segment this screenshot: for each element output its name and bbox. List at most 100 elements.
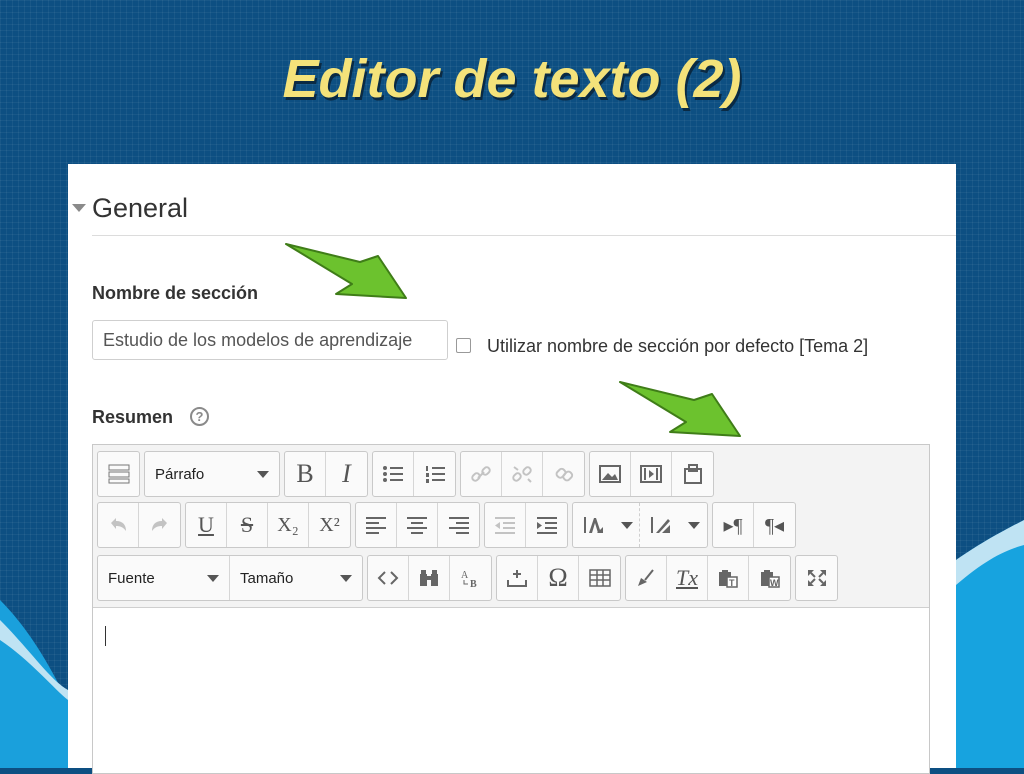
- toolbar-group-toggle: [97, 451, 140, 497]
- insert-table-button[interactable]: [579, 556, 620, 600]
- anchor-button[interactable]: [543, 452, 584, 496]
- svg-text:B: B: [470, 579, 477, 588]
- collapse-caret-icon: [72, 204, 86, 212]
- default-name-label: Utilizar nombre de sección por defecto […: [487, 336, 869, 356]
- toolbar-group-style: B I: [284, 451, 368, 497]
- toolbar-group-view: [795, 555, 838, 601]
- help-icon[interactable]: ?: [190, 407, 209, 426]
- font-size-value: Tamaño: [240, 569, 294, 587]
- paragraph-format-value: Párrafo: [155, 465, 205, 483]
- section-name-input[interactable]: [92, 320, 448, 360]
- text-color-dropdown[interactable]: [614, 503, 640, 547]
- brush-icon: [638, 569, 654, 586]
- unlink-icon: [512, 466, 532, 483]
- indent-icon: [536, 517, 557, 534]
- outdent-icon: [495, 517, 515, 534]
- undo-icon: [111, 518, 126, 531]
- legend-divider: [92, 235, 956, 236]
- svg-text:A: A: [461, 570, 469, 581]
- font-family-value: Fuente: [108, 569, 155, 587]
- align-center-icon: [407, 517, 427, 534]
- toolbar-group-cleanup: Tx T W: [625, 555, 791, 601]
- ltr-button[interactable]: ▸¶: [713, 503, 754, 547]
- code-icon: [377, 571, 399, 585]
- paste-text-button[interactable]: T: [708, 556, 749, 600]
- toolbar-group-source: AB: [367, 555, 492, 601]
- cleanup-button[interactable]: [626, 556, 667, 600]
- replace-button[interactable]: AB: [450, 556, 491, 600]
- svg-text:T: T: [729, 578, 735, 588]
- font-family-select[interactable]: Fuente: [98, 556, 230, 600]
- align-right-button[interactable]: [438, 503, 479, 547]
- unlink-button[interactable]: [502, 452, 543, 496]
- strikethrough-button[interactable]: S: [227, 503, 268, 547]
- chevron-down-icon: [620, 521, 633, 529]
- toolbar-group-color: [572, 502, 708, 548]
- outdent-button[interactable]: [485, 503, 526, 547]
- toolbar-row-1: Párrafo B I: [97, 451, 714, 497]
- align-center-button[interactable]: [397, 503, 438, 547]
- clear-formatting-button[interactable]: Tx: [667, 556, 708, 600]
- manage-files-button[interactable]: [672, 452, 713, 496]
- background-color-dropdown[interactable]: [681, 503, 707, 547]
- subscript-button[interactable]: X₂: [268, 503, 309, 547]
- align-left-icon: [366, 517, 386, 534]
- paste-text-icon: T: [719, 570, 738, 588]
- toolbar-group-format: Párrafo: [144, 451, 280, 497]
- fullscreen-icon: [807, 570, 826, 586]
- align-left-button[interactable]: [356, 503, 397, 547]
- toolbar-toggle-button[interactable]: [98, 452, 139, 496]
- editor-content-area[interactable]: [93, 607, 929, 773]
- font-size-select[interactable]: Tamaño: [230, 556, 362, 600]
- insert-line-button[interactable]: [497, 556, 538, 600]
- undo-button[interactable]: [98, 503, 139, 547]
- anchor-icon: [555, 467, 573, 482]
- chevron-down-icon: [340, 574, 352, 582]
- toolbar-group-lists: [372, 451, 456, 497]
- toolbar-toggle-icon: [108, 464, 129, 484]
- redo-button[interactable]: [139, 503, 180, 547]
- slide-title: Editor de texto (2): [282, 49, 742, 109]
- link-button[interactable]: [461, 452, 502, 496]
- section-general-toggle[interactable]: General: [72, 192, 188, 224]
- find-button[interactable]: [409, 556, 450, 600]
- callout-arrow-icon: [285, 243, 407, 299]
- insert-media-button[interactable]: [631, 452, 672, 496]
- toolbar-group-indent: [484, 502, 568, 548]
- fullscreen-button[interactable]: [796, 556, 837, 600]
- redo-icon: [151, 518, 167, 531]
- align-right-icon: [448, 517, 469, 534]
- image-icon: [599, 465, 621, 483]
- indent-button[interactable]: [526, 503, 567, 547]
- callout-arrow-icon: [619, 381, 741, 437]
- bold-button[interactable]: B: [285, 452, 326, 496]
- html-source-button[interactable]: [368, 556, 409, 600]
- ordered-list-button[interactable]: [414, 452, 455, 496]
- rtl-button[interactable]: ¶◂: [754, 503, 795, 547]
- svg-text:W: W: [770, 578, 779, 588]
- underline-button[interactable]: U: [186, 503, 227, 547]
- toolbar-group-insert: Ω: [496, 555, 621, 601]
- text-color-icon: [583, 517, 603, 533]
- numbered-list-icon: [425, 466, 445, 483]
- toolbar-group-media: [589, 451, 714, 497]
- text-color-button[interactable]: [573, 503, 614, 547]
- superscript-button[interactable]: X²: [309, 503, 350, 547]
- toolbar-group-text-decor: U S X₂ X²: [185, 502, 351, 548]
- background-color-icon: [650, 517, 670, 533]
- background-color-button[interactable]: [640, 503, 681, 547]
- special-character-button[interactable]: Ω: [538, 556, 579, 600]
- default-name-checkbox[interactable]: [456, 338, 471, 353]
- toolbar-group-history: [97, 502, 181, 548]
- unordered-list-button[interactable]: [373, 452, 414, 496]
- insert-image-button[interactable]: [590, 452, 631, 496]
- section-name-label: Nombre de sección: [92, 283, 259, 303]
- paste-word-button[interactable]: W: [749, 556, 790, 600]
- rich-text-editor: Párrafo B I U S X₂ X² ▸¶ ¶◂ Fuente Tamañ…: [92, 444, 930, 774]
- file-manager-icon: [683, 464, 702, 484]
- chevron-down-icon: [688, 521, 700, 529]
- paste-word-icon: W: [760, 570, 780, 588]
- paragraph-format-select[interactable]: Párrafo: [145, 452, 279, 496]
- link-icon: [471, 466, 491, 482]
- italic-button[interactable]: I: [326, 452, 367, 496]
